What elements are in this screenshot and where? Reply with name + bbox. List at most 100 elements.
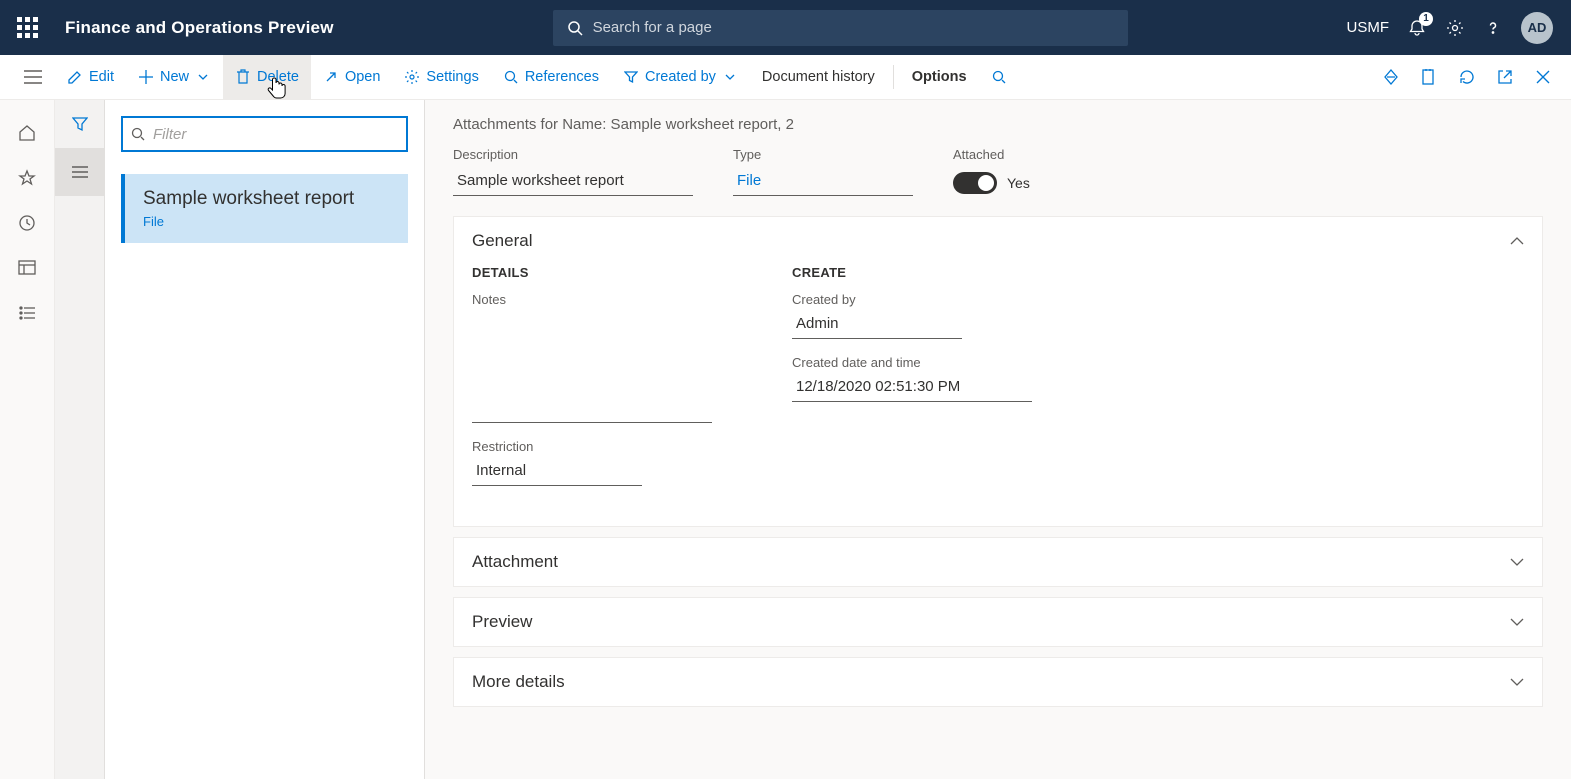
document-history-label: Document history bbox=[762, 69, 875, 85]
chevron-down-icon bbox=[1510, 618, 1524, 626]
search-placeholder: Search for a page bbox=[593, 19, 712, 36]
rail-modules[interactable] bbox=[0, 290, 54, 335]
createddate-label: Created date and time bbox=[792, 355, 1032, 370]
filter-input-wrapper[interactable] bbox=[121, 116, 408, 152]
section-general-header[interactable]: General bbox=[454, 217, 1542, 265]
plus-icon bbox=[138, 69, 154, 85]
list-item[interactable]: Sample worksheet report File bbox=[121, 174, 408, 243]
settings-label: Settings bbox=[426, 69, 478, 85]
type-value[interactable]: File bbox=[733, 168, 913, 196]
page-title: Attachments for Name: Sample worksheet r… bbox=[453, 116, 1543, 133]
section-attachment-header[interactable]: Attachment bbox=[454, 538, 1542, 586]
rail-favorites[interactable] bbox=[0, 155, 54, 200]
trash-icon bbox=[235, 69, 251, 85]
list-toolbar bbox=[55, 100, 105, 779]
search-icon bbox=[131, 127, 145, 141]
show-list-button[interactable] bbox=[55, 148, 104, 196]
section-more-details-header[interactable]: More details bbox=[454, 658, 1542, 706]
references-button[interactable]: References bbox=[491, 55, 611, 99]
createdby-label: Created by bbox=[792, 292, 1032, 307]
section-preview-title: Preview bbox=[472, 612, 532, 632]
options-label: Options bbox=[912, 69, 967, 85]
notifications-button[interactable]: 1 bbox=[1407, 18, 1427, 38]
section-preview-header[interactable]: Preview bbox=[454, 598, 1542, 646]
left-rail bbox=[0, 100, 55, 779]
list-item-type: File bbox=[143, 214, 390, 229]
createdby-value[interactable]: Admin bbox=[792, 313, 962, 339]
chevron-down-icon bbox=[1510, 558, 1524, 566]
open-label: Open bbox=[345, 69, 380, 85]
type-label: Type bbox=[733, 147, 913, 162]
description-value[interactable]: Sample worksheet report bbox=[453, 168, 693, 196]
attached-label: Attached bbox=[953, 147, 1030, 162]
gear-icon bbox=[404, 69, 420, 85]
section-attachment: Attachment bbox=[453, 537, 1543, 587]
list-item-title: Sample worksheet report bbox=[143, 188, 390, 210]
new-button[interactable]: New bbox=[126, 55, 223, 99]
find-button[interactable] bbox=[979, 55, 1019, 99]
close-button[interactable] bbox=[1525, 55, 1561, 99]
open-button[interactable]: Open bbox=[311, 55, 392, 99]
edit-label: Edit bbox=[89, 69, 114, 85]
restriction-label: Restriction bbox=[472, 439, 712, 454]
filter-input[interactable] bbox=[153, 126, 398, 143]
waffle-menu[interactable] bbox=[0, 17, 55, 38]
createddate-value[interactable]: 12/18/2020 02:51:30 PM bbox=[792, 376, 1032, 402]
type-field: Type File bbox=[733, 147, 913, 196]
main-area: Sample worksheet report File Attachments… bbox=[0, 100, 1571, 779]
notes-input[interactable] bbox=[472, 313, 712, 423]
section-more-details-title: More details bbox=[472, 672, 565, 692]
pencil-icon bbox=[67, 69, 83, 85]
action-right-group bbox=[1373, 55, 1571, 99]
attached-value: Yes bbox=[1007, 175, 1030, 191]
new-label: New bbox=[160, 69, 189, 85]
create-heading: CREATE bbox=[792, 265, 1032, 280]
rail-home[interactable] bbox=[0, 110, 54, 155]
rail-recent[interactable] bbox=[0, 200, 54, 245]
document-history-button[interactable]: Document history bbox=[750, 55, 887, 99]
action-bar: Edit New Delete Open Settings References bbox=[0, 55, 1571, 100]
attached-field: Attached Yes bbox=[953, 147, 1030, 196]
attached-toggle[interactable] bbox=[953, 172, 997, 194]
avatar[interactable]: AD bbox=[1521, 12, 1553, 44]
chevron-down-icon bbox=[722, 69, 738, 85]
waffle-icon bbox=[17, 17, 38, 38]
attach-view-button[interactable] bbox=[1411, 55, 1447, 99]
refresh-button[interactable] bbox=[1449, 55, 1485, 99]
list-panel: Sample worksheet report File bbox=[105, 100, 425, 779]
section-general-body: DETAILS Notes Restriction Internal CREAT… bbox=[454, 265, 1542, 526]
details-column: DETAILS Notes Restriction Internal bbox=[472, 265, 712, 502]
notes-label: Notes bbox=[472, 292, 712, 307]
section-more-details: More details bbox=[453, 657, 1543, 707]
section-general: General DETAILS Notes Restriction Intern… bbox=[453, 216, 1543, 527]
show-filters-button[interactable] bbox=[55, 100, 104, 148]
restriction-value[interactable]: Internal bbox=[472, 460, 642, 486]
global-search[interactable]: Search for a page bbox=[553, 10, 1128, 46]
action-group: Edit New Delete Open Settings References bbox=[55, 55, 1019, 99]
diamond-button[interactable] bbox=[1373, 55, 1409, 99]
description-label: Description bbox=[453, 147, 693, 162]
help-button[interactable] bbox=[1483, 18, 1503, 38]
delete-button[interactable]: Delete bbox=[223, 55, 311, 99]
app-title: Finance and Operations Preview bbox=[55, 18, 334, 38]
company-label[interactable]: USMF bbox=[1346, 19, 1389, 36]
popout-button[interactable] bbox=[1487, 55, 1523, 99]
divider bbox=[893, 65, 894, 89]
options-button[interactable]: Options bbox=[900, 55, 979, 99]
settings-button[interactable] bbox=[1445, 18, 1465, 38]
open-arrow-icon bbox=[323, 69, 339, 85]
edit-button[interactable]: Edit bbox=[55, 55, 126, 99]
notification-badge: 1 bbox=[1419, 12, 1433, 26]
search-icon bbox=[503, 69, 519, 85]
rail-workspaces[interactable] bbox=[0, 245, 54, 290]
content-area: Attachments for Name: Sample worksheet r… bbox=[425, 100, 1571, 779]
createdby-button[interactable]: Created by bbox=[611, 55, 750, 99]
search-icon bbox=[567, 20, 583, 36]
create-column: CREATE Created by Admin Created date and… bbox=[792, 265, 1032, 502]
createdby-label: Created by bbox=[645, 69, 716, 85]
delete-label: Delete bbox=[257, 69, 299, 85]
references-label: References bbox=[525, 69, 599, 85]
nav-toggle[interactable] bbox=[10, 55, 55, 99]
settings-action-button[interactable]: Settings bbox=[392, 55, 490, 99]
section-general-title: General bbox=[472, 231, 532, 251]
